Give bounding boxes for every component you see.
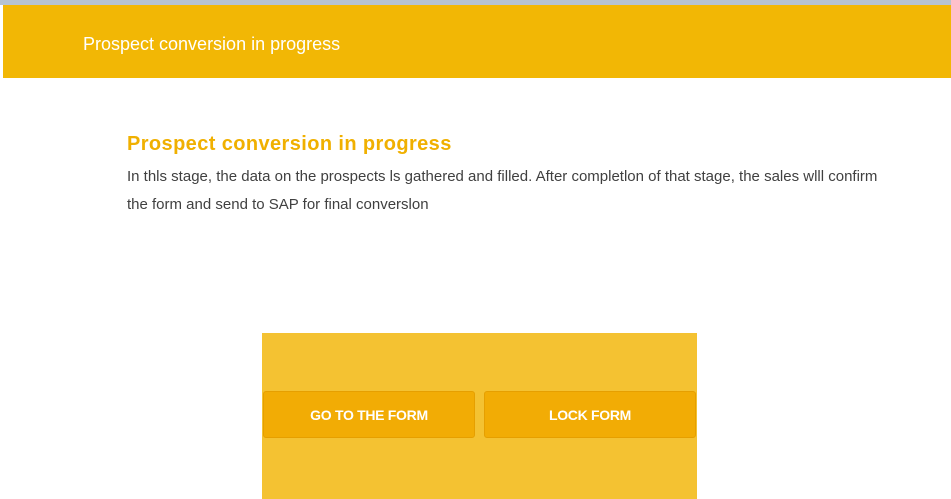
header-bar: Prospect conversion in progress [3,5,951,78]
page: Prospect conversion in progress Prospect… [0,0,951,499]
section-heading: Prospect conversion in progress [127,133,452,155]
lock-form-button[interactable]: LOCK FORM [484,391,696,438]
stage-info: Prospect conversion in progress In thls … [127,131,887,219]
go-to-form-button[interactable]: GO TO THE FORM [263,391,475,438]
section-description: In thls stage, the data on the prospects… [127,168,878,213]
header-title: Prospect conversion in progress [83,34,341,54]
action-panel: GO TO THE FORM LOCK FORM [262,333,697,499]
